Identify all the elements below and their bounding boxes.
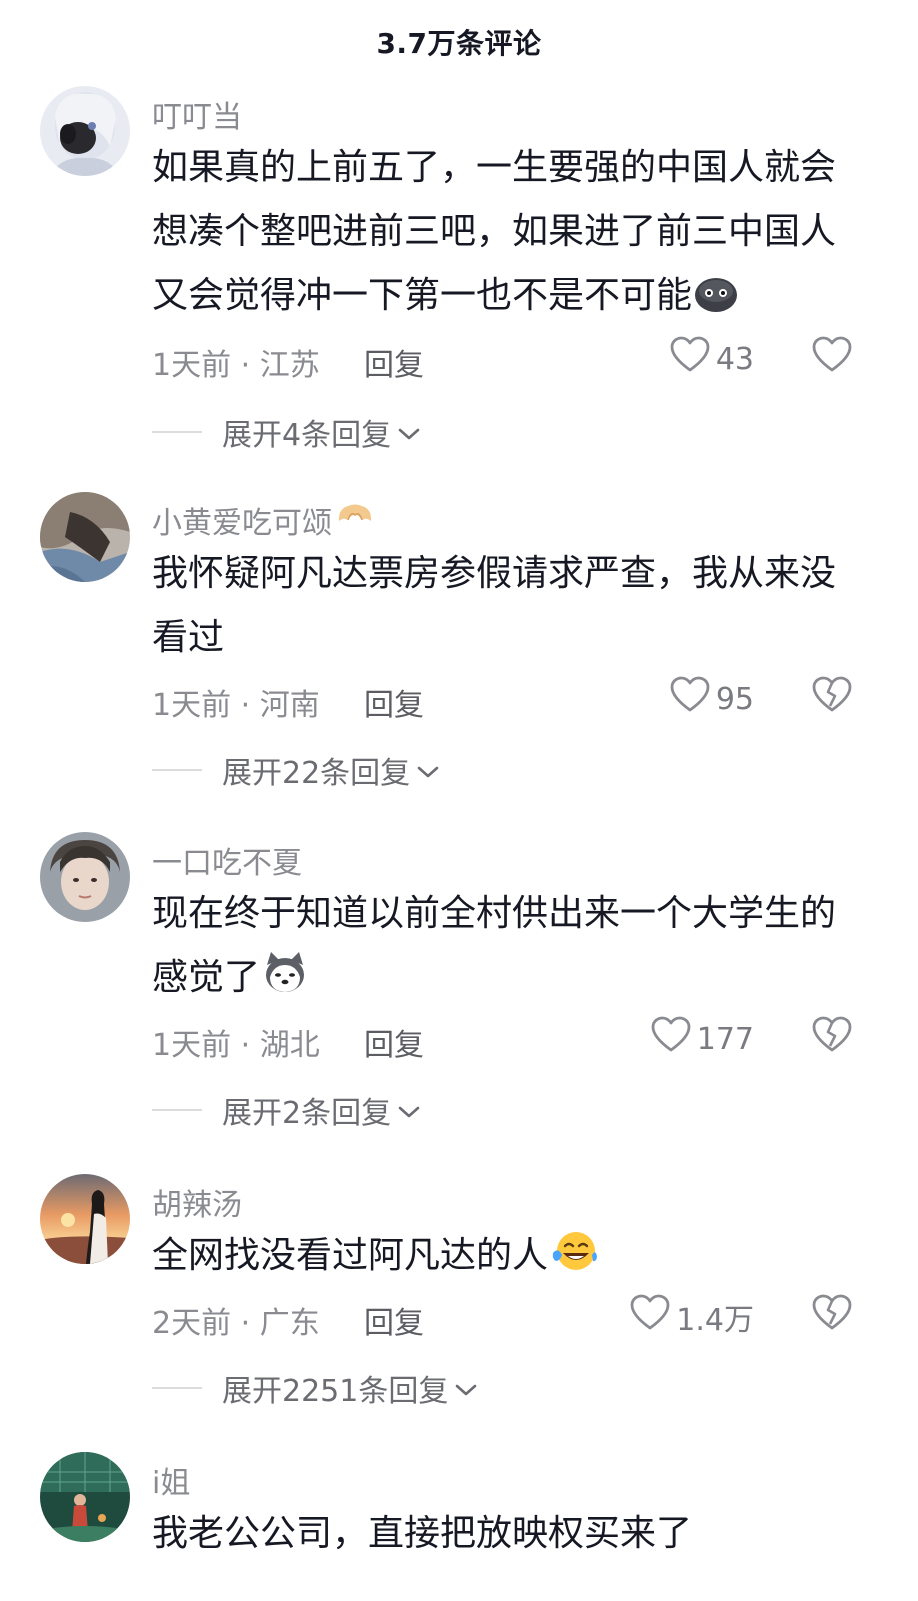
avatar[interactable] xyxy=(40,1174,130,1264)
reply-button[interactable]: 回复 xyxy=(364,340,424,384)
like-count: 43 xyxy=(715,341,754,377)
username-label: 小黄爱吃可颂 xyxy=(152,506,332,541)
reply-button[interactable]: 回复 xyxy=(364,1298,424,1342)
divider xyxy=(152,431,202,433)
time-location: 2天前 · 广东 xyxy=(152,1306,320,1341)
husky-dog-emoji xyxy=(262,951,308,1016)
comments-page: 3.7万条评论 叮叮当 如果真的上前五了，一生要强的中国人就会想凑个整吧进前三吧… xyxy=(0,0,918,1601)
username[interactable]: 一口吃不夏 xyxy=(152,838,302,882)
dark-round-face-emoji xyxy=(694,270,738,334)
reply-button[interactable]: 回复 xyxy=(364,680,424,724)
username-label: 叮叮当 xyxy=(152,100,242,135)
broken-heart-icon[interactable] xyxy=(812,676,852,722)
broken-heart-icon[interactable] xyxy=(812,1294,852,1340)
heart-outline-icon[interactable] xyxy=(812,336,852,382)
like-count: 1.4万 xyxy=(676,1303,754,1338)
like-button[interactable]: 95 xyxy=(670,676,754,722)
divider xyxy=(152,1387,202,1389)
expand-replies-button[interactable]: 展开2251条回复 xyxy=(152,1366,478,1410)
like-count: 177 xyxy=(696,1021,754,1057)
chevron-down-icon xyxy=(416,753,440,788)
comment-text: 现在终于知道以前全村供出来一个大学生的感觉了 xyxy=(152,882,852,1016)
avatar[interactable] xyxy=(40,1452,130,1542)
avatar[interactable] xyxy=(40,832,130,922)
username[interactable]: 叮叮当 xyxy=(152,92,242,136)
username[interactable]: i姐 xyxy=(152,1458,190,1502)
expand-replies-label: 展开2251条回复 xyxy=(222,1374,449,1409)
comment-body: 我怀疑阿凡达票房参假请求严查，我从来没看过 xyxy=(152,553,837,658)
expand-replies-label: 展开22条回复 xyxy=(222,756,411,791)
time-location: 1天前 · 江苏 xyxy=(152,348,320,383)
like-count: 95 xyxy=(715,681,754,717)
username[interactable]: 小黄爱吃可颂 xyxy=(152,498,374,542)
expand-replies-label: 展开4条回复 xyxy=(222,418,392,453)
username-label: 胡辣汤 xyxy=(152,1188,242,1223)
heart-icon xyxy=(630,1294,670,1340)
heart-icon xyxy=(670,336,710,382)
comment-text: 全网找没看过阿凡达的人 xyxy=(152,1224,852,1294)
expand-replies-label: 展开2条回复 xyxy=(222,1096,392,1131)
username[interactable]: 胡辣汤 xyxy=(152,1180,242,1224)
comment-text: 我怀疑阿凡达票房参假请求严查，我从来没看过 xyxy=(152,542,852,670)
avatar[interactable] xyxy=(40,86,130,176)
comment-meta: 1天前 · 江苏 回复 43 xyxy=(152,336,862,383)
comment-text: 我老公公司，直接把放映权买来了 xyxy=(152,1502,852,1566)
comment-meta: 1天前 · 湖北 回复 177 xyxy=(152,1016,862,1063)
croissant-emoji xyxy=(336,501,374,539)
username-label: 一口吃不夏 xyxy=(152,846,302,881)
time-location: 1天前 · 湖北 xyxy=(152,1028,320,1063)
reply-button[interactable]: 回复 xyxy=(364,1020,424,1064)
avatar[interactable] xyxy=(40,492,130,582)
heart-icon xyxy=(651,1016,691,1062)
chevron-down-icon xyxy=(397,415,421,450)
chevron-down-icon xyxy=(397,1093,421,1128)
like-button[interactable]: 177 xyxy=(651,1016,754,1062)
comment-meta: 1天前 · 河南 回复 95 xyxy=(152,676,862,723)
expand-replies-button[interactable]: 展开22条回复 xyxy=(152,748,440,792)
comment-text: 如果真的上前五了，一生要强的中国人就会想凑个整吧进前三吧，如果进了前三中国人又会… xyxy=(152,136,852,334)
username-label: i姐 xyxy=(152,1466,191,1501)
laughing-crying-emoji xyxy=(550,1229,598,1294)
chevron-down-icon xyxy=(454,1371,478,1406)
broken-heart-icon[interactable] xyxy=(812,1016,852,1062)
expand-replies-button[interactable]: 展开4条回复 xyxy=(152,410,421,454)
comment-meta: 2天前 · 广东 回复 1.4万 xyxy=(152,1294,862,1341)
heart-icon xyxy=(670,676,710,722)
comment-body: 现在终于知道以前全村供出来一个大学生的感觉了 xyxy=(152,893,837,998)
divider xyxy=(152,769,202,771)
comment-body: 我老公公司，直接把放映权买来了 xyxy=(152,1513,693,1554)
divider xyxy=(152,1109,202,1111)
like-button[interactable]: 43 xyxy=(670,336,754,382)
like-button[interactable]: 1.4万 xyxy=(630,1294,754,1340)
comment-body: 全网找没看过阿凡达的人 xyxy=(152,1235,549,1276)
expand-replies-button[interactable]: 展开2条回复 xyxy=(152,1088,421,1132)
comments-count-title: 3.7万条评论 xyxy=(376,27,542,60)
time-location: 1天前 · 河南 xyxy=(152,688,320,723)
